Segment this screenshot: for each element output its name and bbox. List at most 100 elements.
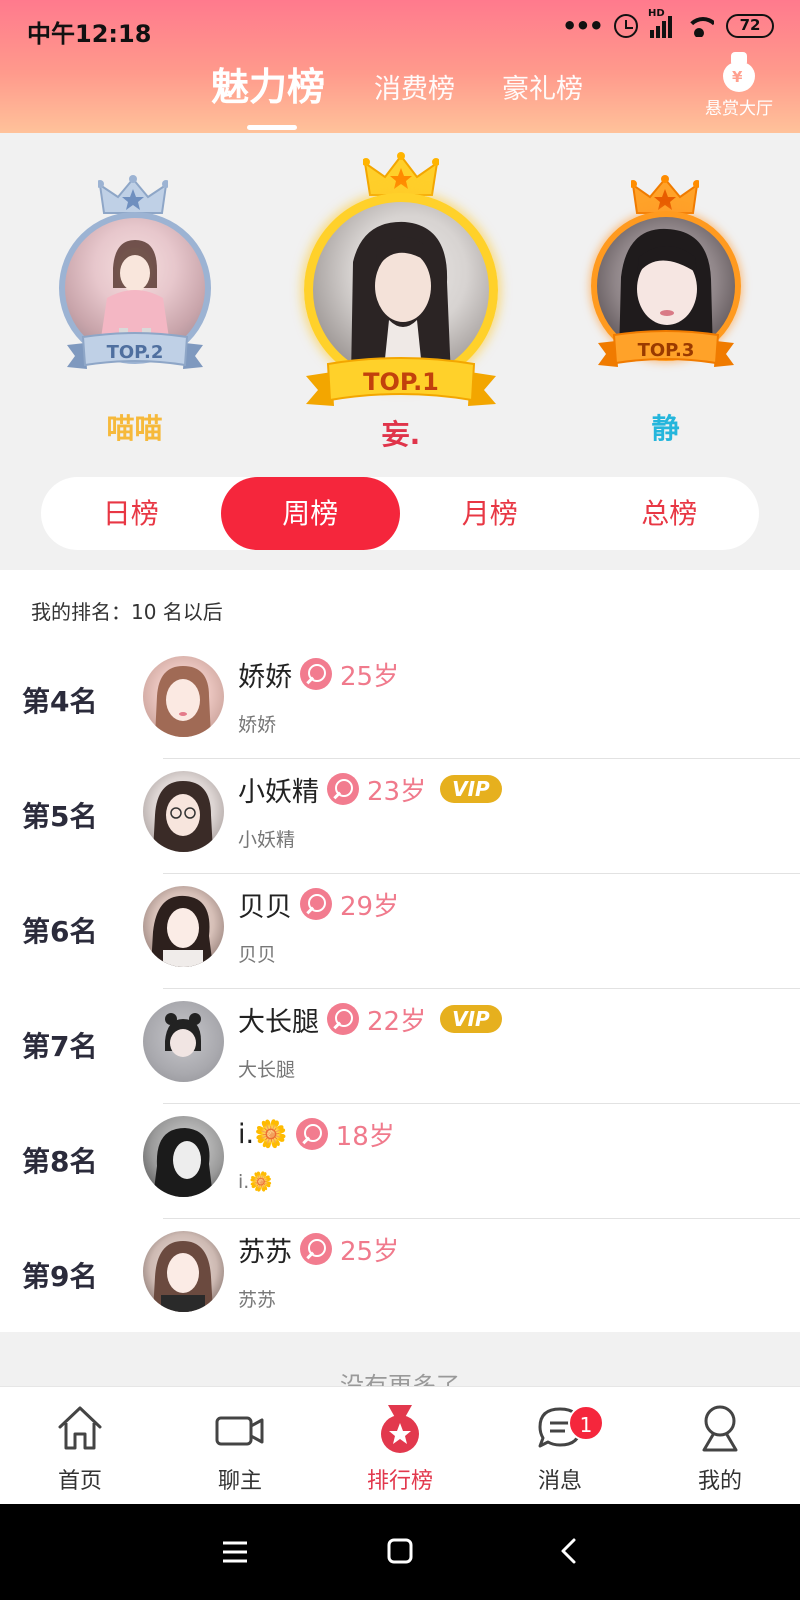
user-age: 22岁 [367,1006,427,1037]
name-line: 贝贝 29岁 [238,886,400,923]
user-name: 苏苏 [238,1236,292,1268]
user-age: 23岁 [367,776,427,807]
status-icons: ••• HD 72 [562,8,774,38]
female-icon [327,1003,359,1035]
top1-name: 妄. [381,418,421,451]
nav-label: 排行榜 [366,1469,433,1494]
user-subtitle: 娇娇 [238,714,277,736]
top3-medal[interactable]: TOP.3 静 [583,175,748,445]
top3-ribbon: TOP.3 [598,330,734,367]
user-name: i.🌼 [238,1119,288,1150]
user-name: 娇娇 [238,661,292,693]
silver-crown-icon [98,175,168,214]
user-age: 25岁 [340,661,400,692]
top3-name: 静 [651,412,680,445]
user-subtitle: 贝贝 [238,944,277,966]
name-line: 大长腿 22岁 VIP [238,1001,502,1038]
tab-monthly[interactable]: 月榜 [400,477,580,550]
top2-name: 喵喵 [106,412,163,445]
svg-text:TOP.2: TOP.2 [107,342,164,363]
gold-crown-icon [363,152,439,196]
ranking-list: 我的排名：10 名以后 第4名 娇娇 25岁 娇娇 第5名 小妖精 23岁 VI… [0,570,800,1332]
user-age: 29岁 [340,891,400,922]
user-subtitle: 大长腿 [238,1059,296,1081]
reward-hall-button[interactable]: ¥ 悬赏大厅 [694,52,784,119]
rank-number: 第4名 [22,685,98,718]
tab-charm[interactable]: 魅力榜 [211,56,325,111]
video-camera-icon [215,1416,264,1446]
period-tabs: 日榜 周榜 月榜 总榜 [41,477,759,550]
my-rank-text: 我的排名：10 名以后 [31,600,223,624]
avatar[interactable] [143,656,224,737]
nav-profile[interactable]: 我的 [640,1387,800,1504]
name-line: 苏苏 25岁 [238,1231,399,1268]
home-icon [58,1406,102,1450]
vip-badge: VIP [440,1005,502,1033]
battery-icon: 72 [726,14,774,38]
nav-label: 聊主 [217,1469,262,1494]
avatar[interactable] [143,886,224,967]
unread-badge: 1 [568,1405,604,1441]
svg-text:TOP.1: TOP.1 [363,368,439,396]
back-icon[interactable] [558,1537,578,1565]
list-item[interactable]: 第6名 贝贝 29岁 贝贝 [0,874,800,989]
female-icon [295,1118,328,1150]
status-time: 中午12:18 [27,20,152,48]
nav-ranking[interactable]: 排行榜 [320,1387,480,1504]
tab-daily[interactable]: 日榜 [41,477,221,550]
status-bar: 中午12:18 ••• HD 72 [0,0,800,58]
nav-chat-host[interactable]: 聊主 [160,1387,320,1504]
rank-number: 第7名 [22,1030,98,1063]
header: 中午12:18 ••• HD 72 魅力榜 消费榜 豪礼榜 ¥ 悬赏大厅 [0,0,800,133]
signal-icon: HD [648,8,672,38]
reward-hall-label: 悬赏大厅 [705,99,773,119]
name-line: 娇娇 25岁 [238,656,400,693]
medal-icon [381,1405,419,1453]
name-line: 小妖精 23岁 VIP [238,771,502,808]
nav-messages[interactable]: 1 消息 [480,1387,640,1504]
rank-number: 第5名 [22,800,98,833]
bottom-nav: 首页 聊主 排行榜 1 消息 我的 [0,1386,800,1504]
svg-text:TOP.3: TOP.3 [638,340,695,361]
top1-medal[interactable]: TOP.1 妄. [296,151,506,451]
avatar[interactable] [143,1116,224,1197]
female-icon [300,888,332,920]
nav-label: 消息 [537,1469,582,1494]
ranking-type-tabs: 魅力榜 消费榜 豪礼榜 [0,52,800,132]
top2-ribbon: TOP.2 [67,332,203,369]
tab-total[interactable]: 总榜 [580,477,760,550]
list-item[interactable]: 第7名 大长腿 22岁 VIP 大长腿 [0,989,800,1104]
menu-icon[interactable] [222,1540,248,1564]
avatar[interactable] [143,771,224,852]
list-item[interactable]: 第9名 苏苏 25岁 苏苏 [0,1219,800,1334]
list-item[interactable]: 第8名 i.🌼 18岁 i.🌼 [0,1104,800,1219]
user-name: 大长腿 [238,1006,319,1038]
female-icon [327,773,359,805]
list-item[interactable]: 第4名 娇娇 25岁 娇娇 [0,644,800,759]
rank-number: 第6名 [22,915,98,948]
user-subtitle: i.🌼 [238,1171,273,1193]
tab-indicator [247,125,297,130]
list-item[interactable]: 第5名 小妖精 23岁 VIP 小妖精 [0,759,800,874]
top1-ribbon: TOP.1 [306,357,496,406]
tab-weekly[interactable]: 周榜 [220,477,400,550]
avatar[interactable] [143,1231,224,1312]
female-icon [300,658,332,690]
yen-symbol: ¥ [732,68,743,86]
money-bag-icon: ¥ [721,52,757,92]
user-subtitle: 小妖精 [238,829,296,851]
home-button-icon[interactable] [387,1538,413,1564]
hd-label: HD [648,8,665,19]
nav-home[interactable]: 首页 [0,1387,160,1504]
system-nav-bar [0,1504,800,1600]
tab-consumption[interactable]: 消费榜 [374,67,455,106]
vip-badge: VIP [440,775,502,803]
tab-gifts[interactable]: 豪礼榜 [502,67,583,106]
user-name: 贝贝 [238,891,292,923]
user-subtitle: 苏苏 [238,1289,277,1311]
top2-medal[interactable]: TOP.2 喵喵 [52,175,217,445]
rank-number: 第9名 [22,1260,98,1293]
no-more-text: 没有更多了 [340,1372,460,1387]
avatar[interactable] [143,1001,224,1082]
no-more-footer: 没有更多了 [0,1332,800,1387]
